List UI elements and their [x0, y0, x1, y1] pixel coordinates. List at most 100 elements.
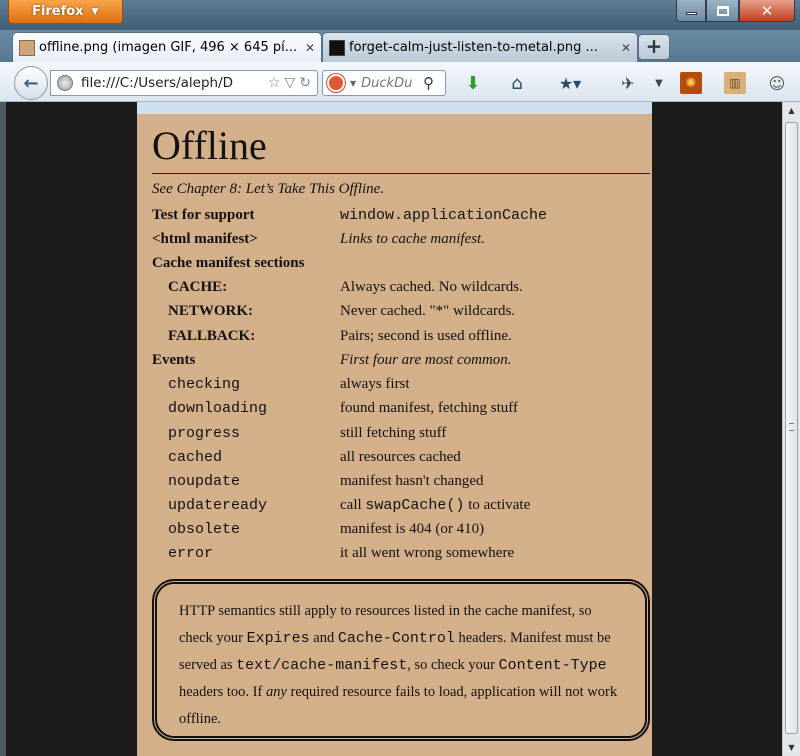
- card-subtitle: See Chapter 8: Let’s Take This Offline.: [152, 181, 385, 197]
- row-key: error: [168, 545, 214, 562]
- row-network: NETWORK: Never cached. "*" wildcards.: [137, 303, 652, 327]
- row-test-for-support: Test for support window.applicationCache: [137, 207, 652, 231]
- maximize-icon: [716, 5, 729, 16]
- bookmarks-menu-icon[interactable]: ★▾: [550, 72, 590, 94]
- window-titlebar: Firefox ▼ ✕: [0, 0, 800, 30]
- row-html-manifest: <html manifest> Links to cache manifest.: [137, 231, 652, 255]
- row-cache-manifest-sections: Cache manifest sections: [137, 255, 652, 279]
- scroll-thumb[interactable]: [785, 122, 798, 734]
- tab-close-icon[interactable]: ✕: [305, 41, 315, 55]
- row-value: Always cached. No wildcards.: [340, 279, 523, 295]
- notebook-icon[interactable]: ▥: [724, 72, 746, 94]
- vertical-scrollbar[interactable]: ▲ ▼: [782, 102, 800, 756]
- window-left-border: [0, 102, 6, 756]
- navigation-toolbar: ← file:///C:/Users/aleph/D ☆ ▽ ↻ ▼ ⚲ ⬇ ⌂…: [0, 62, 800, 102]
- row-cache: CACHE: Always cached. No wildcards.: [137, 279, 652, 303]
- tab-label: forget-calm-just-listen-to-metal.png ...: [349, 40, 598, 55]
- back-button[interactable]: ←: [14, 66, 48, 100]
- reload-icon[interactable]: ↻: [299, 75, 311, 91]
- row-event-error: error it all went wrong somewhere: [137, 545, 652, 569]
- url-bar[interactable]: file:///C:/Users/aleph/D ☆ ▽ ↻: [50, 70, 318, 96]
- home-icon[interactable]: ⌂: [506, 72, 528, 94]
- row-event-noupdate: noupdate manifest hasn't changed: [137, 473, 652, 497]
- row-key: obsolete: [168, 521, 241, 538]
- row-key: CACHE:: [168, 279, 228, 295]
- row-value: window.applicationCache: [340, 207, 548, 224]
- firebug-icon[interactable]: ✺: [680, 72, 702, 94]
- minimize-button[interactable]: [676, 0, 706, 22]
- search-input[interactable]: [361, 75, 422, 91]
- row-key: cached: [168, 449, 223, 466]
- row-event-downloading: downloading found manifest, fetching stu…: [137, 400, 652, 424]
- row-event-progress: progress still fetching stuff: [137, 425, 652, 449]
- duckduckgo-icon[interactable]: [327, 74, 345, 92]
- image-favicon-icon: [19, 39, 35, 56]
- note-fragment: , so check your: [407, 657, 499, 673]
- row-value: Pairs; second is used offline.: [340, 328, 512, 344]
- chevron-down-icon: ▼: [91, 6, 99, 17]
- close-window-button[interactable]: ✕: [739, 0, 795, 22]
- url-text[interactable]: file:///C:/Users/aleph/D: [81, 75, 264, 91]
- tab-close-icon[interactable]: ✕: [621, 41, 631, 55]
- scroll-grip-icon: [789, 423, 794, 431]
- row-value: always first: [340, 376, 410, 392]
- search-bar[interactable]: ▼ ⚲: [322, 70, 446, 96]
- search-engine-caret-icon[interactable]: ▼: [350, 79, 356, 88]
- note-code: Cache-Control: [337, 630, 455, 647]
- row-key: FALLBACK:: [168, 328, 256, 344]
- row-value: Links to cache manifest.: [340, 231, 485, 247]
- close-icon: ✕: [760, 1, 774, 20]
- back-arrow-icon: ←: [23, 72, 39, 94]
- heading-rule: [152, 173, 650, 174]
- star-bookmark-icon[interactable]: ☆: [268, 75, 281, 91]
- row-value: manifest is 404 (or 410): [340, 521, 485, 537]
- row-value: still fetching stuff: [340, 425, 447, 441]
- value-text: to activate: [464, 497, 531, 513]
- tab-offline-png[interactable]: offline.png (imagen GIF, 496 × 645 pí...…: [12, 32, 322, 62]
- row-event-updateready: updateready call swapCache() to activate: [137, 497, 652, 521]
- note-fragment: and: [309, 630, 338, 646]
- row-key: Cache manifest sections: [152, 255, 305, 271]
- download-icon[interactable]: ⬇: [462, 72, 484, 94]
- note-code: Expires: [246, 630, 310, 647]
- robot-icon[interactable]: ☺: [766, 72, 788, 94]
- note-text: HTTP semantics still apply to resources …: [179, 598, 629, 733]
- row-event-obsolete: obsolete manifest is 404 (or 410): [137, 521, 652, 545]
- row-value: all resources cached: [340, 449, 461, 465]
- tab-forget-calm[interactable]: forget-calm-just-listen-to-metal.png ...…: [322, 32, 638, 62]
- maximize-button[interactable]: [706, 0, 739, 22]
- row-events: Events First four are most common.: [137, 352, 652, 376]
- value-text: call: [340, 497, 366, 513]
- toolbar-overflow-icon[interactable]: ▼: [648, 72, 670, 94]
- row-key: updateready: [168, 497, 268, 514]
- row-fallback: FALLBACK: Pairs; second is used offline.: [137, 328, 652, 352]
- card-heading: Offline: [152, 123, 267, 168]
- row-key: noupdate: [168, 473, 241, 490]
- image-favicon-icon: [329, 39, 345, 56]
- row-key: Events: [152, 352, 196, 368]
- note-emphasis: any: [265, 684, 287, 700]
- note-fragment: headers too. If: [179, 684, 266, 700]
- scroll-up-icon[interactable]: ▲: [783, 102, 800, 119]
- dropdown-arrow-icon[interactable]: ▽: [284, 75, 295, 91]
- note-code: text/cache-manifest: [236, 657, 408, 674]
- row-value: it all went wrong somewhere: [340, 545, 515, 561]
- search-icon[interactable]: ⚲: [423, 74, 434, 92]
- scroll-down-icon[interactable]: ▼: [783, 739, 800, 756]
- new-tab-button[interactable]: +: [638, 34, 670, 60]
- note-code: Content-Type: [498, 657, 607, 674]
- row-value: manifest hasn't changed: [340, 473, 484, 489]
- row-event-cached: cached all resources cached: [137, 449, 652, 473]
- minimize-icon: [685, 12, 697, 15]
- firefox-menu-button[interactable]: Firefox ▼: [8, 0, 123, 24]
- firefox-menu-label: Firefox: [32, 4, 84, 19]
- value-code: swapCache(): [365, 497, 465, 514]
- globe-icon: [57, 75, 73, 91]
- offline-reference-card: Offline See Chapter 8: Let’s Take This O…: [137, 102, 652, 756]
- row-value: Never cached. "*" wildcards.: [340, 303, 516, 319]
- tab-strip: offline.png (imagen GIF, 496 × 645 pí...…: [0, 30, 800, 62]
- row-key: downloading: [168, 400, 268, 417]
- row-key: progress: [168, 425, 241, 442]
- extension-icon[interactable]: ✈: [608, 72, 648, 94]
- row-value: found manifest, fetching stuff: [340, 400, 519, 416]
